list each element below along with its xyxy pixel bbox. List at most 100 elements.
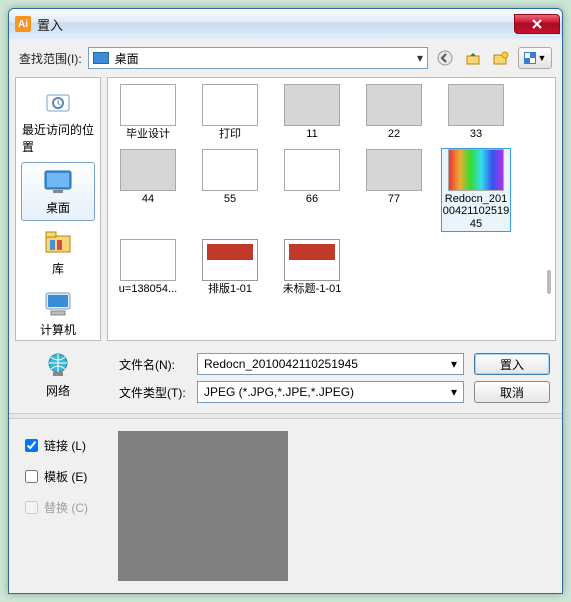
new-folder-button[interactable] xyxy=(490,47,512,69)
file-item[interactable]: 44 xyxy=(114,149,182,231)
desktop-icon xyxy=(40,167,76,197)
file-controls: 文件名(N): Redocn_2010042110251945 ▾ 置入 文件类… xyxy=(9,347,562,413)
main-area: 最近访问的位置桌面库计算机网络 毕业设计打印11223344556677Redo… xyxy=(9,77,562,347)
file-label: 未标题-1-01 xyxy=(283,283,342,296)
chevron-down-icon: ▾ xyxy=(451,385,457,399)
place-button[interactable]: 置入 xyxy=(474,353,550,375)
replace-check-label: 替换 (C) xyxy=(44,499,88,516)
file-pane[interactable]: 毕业设计 打印 11 22 33 44 55 66 77 Redocn_2010042110251… xyxy=(107,77,556,341)
titlebar: Ai 置入 xyxy=(9,9,562,39)
template-checkbox[interactable]: 模板 (E) xyxy=(25,468,88,485)
file-item[interactable]: 77 xyxy=(360,149,428,231)
app-icon: Ai xyxy=(15,16,31,32)
link-checkbox[interactable]: 链接 (L) xyxy=(25,437,88,454)
file-label: 毕业设计 xyxy=(126,128,170,141)
place-recent[interactable]: 最近访问的位置 xyxy=(21,84,95,160)
file-item[interactable]: 打印 xyxy=(196,84,264,141)
thumbnail xyxy=(202,239,258,281)
cancel-button[interactable]: 取消 xyxy=(474,381,550,403)
thumbnail xyxy=(366,149,422,191)
file-label: 33 xyxy=(470,128,482,141)
dialog-body: 查找范围(I): 桌面 ▾ ▼ 最近访问的位置桌面库计算机网络 xyxy=(9,39,562,593)
place-label: 库 xyxy=(52,260,64,277)
preview-box xyxy=(118,431,288,581)
place-label: 桌面 xyxy=(46,199,70,216)
new-folder-icon xyxy=(493,51,509,65)
file-item[interactable]: 66 xyxy=(278,149,346,231)
file-label: 66 xyxy=(306,193,318,206)
link-check-input[interactable] xyxy=(25,439,38,452)
file-grid: 毕业设计 打印 11 22 33 44 55 66 77 Redocn_2010042110251… xyxy=(108,78,555,301)
thumbnail xyxy=(120,84,176,126)
file-label: 打印 xyxy=(219,128,241,141)
lookin-value: 桌面 xyxy=(115,50,139,67)
file-item[interactable]: 33 xyxy=(442,84,510,141)
template-check-input[interactable] xyxy=(25,470,38,483)
chevron-down-icon: ▼ xyxy=(538,53,547,63)
file-label: 11 xyxy=(306,128,317,141)
file-label: 22 xyxy=(388,128,400,141)
file-label: u=138054... xyxy=(119,283,177,296)
file-label: Redocn_2010042110251945 xyxy=(442,193,510,231)
filetype-label: 文件类型(T): xyxy=(119,384,187,401)
file-item[interactable]: 55 xyxy=(196,149,264,231)
thumbnail xyxy=(120,149,176,191)
thumbnail xyxy=(202,84,258,126)
thumbnail xyxy=(202,149,258,191)
grip xyxy=(547,122,553,341)
desktop-icon xyxy=(93,52,109,64)
file-label: 77 xyxy=(388,193,400,206)
view-grid-icon xyxy=(524,52,536,64)
file-item[interactable]: 未标题-1-01 xyxy=(278,239,346,296)
thumbnail xyxy=(448,84,504,126)
link-check-label: 链接 (L) xyxy=(44,437,86,454)
file-item[interactable]: 排版1-01 xyxy=(196,239,264,296)
thumbnail xyxy=(284,149,340,191)
recent-icon xyxy=(40,89,76,119)
file-item[interactable]: 22 xyxy=(360,84,428,141)
up-level-button[interactable] xyxy=(462,47,484,69)
thumbnail xyxy=(284,84,340,126)
back-button[interactable] xyxy=(434,47,456,69)
close-button[interactable] xyxy=(514,14,560,34)
lookin-label: 查找范围(I): xyxy=(19,50,82,67)
file-label: 排版1-01 xyxy=(208,283,252,296)
thumbnail xyxy=(120,239,176,281)
chevron-down-icon: ▾ xyxy=(417,51,423,65)
place-computer[interactable]: 计算机 xyxy=(21,284,95,343)
chevron-down-icon: ▾ xyxy=(451,357,457,371)
file-item[interactable]: u=138054... xyxy=(114,239,182,296)
filename-value: Redocn_2010042110251945 xyxy=(204,357,358,371)
computer-icon xyxy=(40,289,76,319)
thumbnail xyxy=(366,84,422,126)
file-item[interactable]: Redocn_2010042110251945 xyxy=(442,149,510,231)
place-dialog: Ai 置入 查找范围(I): 桌面 ▾ ▼ xyxy=(8,8,563,594)
places-bar: 最近访问的位置桌面库计算机网络 xyxy=(15,77,101,341)
thumbnail xyxy=(448,149,504,191)
place-desktop[interactable]: 桌面 xyxy=(21,162,95,221)
file-item[interactable]: 11 xyxy=(278,84,346,141)
lookin-combo[interactable]: 桌面 ▾ xyxy=(88,47,428,69)
replace-check-input xyxy=(25,501,38,514)
close-icon xyxy=(531,19,543,29)
window-title: 置入 xyxy=(37,15,514,34)
option-checks: 链接 (L) 模板 (E) 替换 (C) xyxy=(25,431,88,581)
file-item[interactable]: 毕业设计 xyxy=(114,84,182,141)
file-label: 44 xyxy=(142,193,154,206)
file-label: 55 xyxy=(224,193,236,206)
lookin-row: 查找范围(I): 桌面 ▾ ▼ xyxy=(9,39,562,77)
template-check-label: 模板 (E) xyxy=(44,468,87,485)
options-area: 链接 (L) 模板 (E) 替换 (C) xyxy=(9,419,562,593)
up-folder-icon xyxy=(466,51,480,65)
libraries-icon xyxy=(40,228,76,258)
filename-combo[interactable]: Redocn_2010042110251945 ▾ xyxy=(197,353,464,375)
filetype-combo[interactable]: JPEG (*.JPG,*.JPE,*.JPEG) ▾ xyxy=(197,381,464,403)
filetype-value: JPEG (*.JPG,*.JPE,*.JPEG) xyxy=(204,385,354,399)
replace-checkbox: 替换 (C) xyxy=(25,499,88,516)
back-arrow-icon xyxy=(437,50,453,66)
place-libraries[interactable]: 库 xyxy=(21,223,95,282)
view-menu-button[interactable]: ▼ xyxy=(518,47,552,69)
filename-label: 文件名(N): xyxy=(119,356,187,373)
place-label: 最近访问的位置 xyxy=(22,121,94,155)
place-label: 计算机 xyxy=(40,321,76,338)
